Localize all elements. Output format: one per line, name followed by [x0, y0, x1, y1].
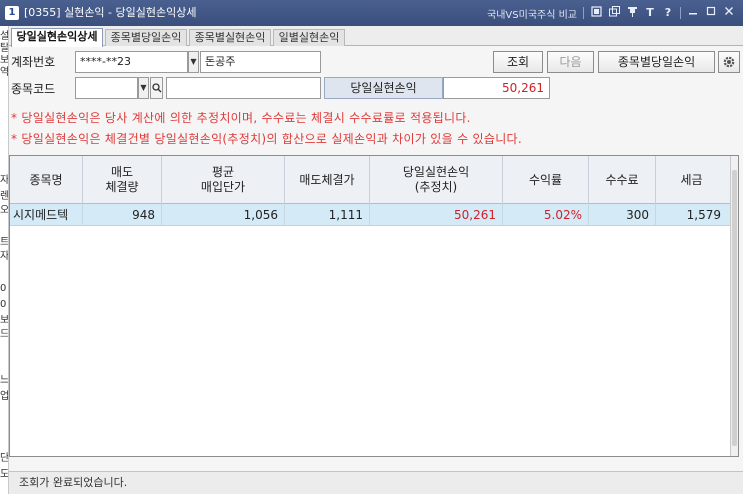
minimize-icon[interactable]: [687, 6, 699, 20]
title-separator: [680, 7, 681, 19]
realized-pl-label: 당일실현손익: [324, 77, 443, 99]
background-glyph: 드: [0, 329, 9, 340]
tab-realized-detail[interactable]: 당일실현손익상세: [11, 28, 103, 47]
column-header-avg-buy-price[interactable]: 평균 매입단가: [162, 156, 285, 204]
query-button[interactable]: 조회: [493, 51, 543, 73]
status-bar: 조회가 완료되었습니다.: [9, 471, 743, 494]
stock-code-dropdown-icon[interactable]: ▼: [138, 77, 149, 99]
settings-gear-icon[interactable]: [718, 51, 740, 73]
title-bar-controls: 국내VS미국주식 비교 T ?: [487, 5, 735, 21]
background-glyph: 역: [0, 67, 9, 78]
background-glyph: 자: [0, 251, 9, 262]
help-icon[interactable]: ?: [662, 6, 674, 20]
vertical-scrollbar[interactable]: [730, 156, 738, 456]
background-glyph: 도: [0, 469, 9, 480]
column-header-tax[interactable]: 세금: [656, 156, 727, 204]
maximize-icon[interactable]: [705, 6, 717, 20]
cell-stock-name: 시지메드텍: [10, 204, 83, 226]
background-glyph: 보: [0, 315, 9, 326]
cell-realized-pl: 50,261: [370, 204, 503, 226]
title-separator: [583, 7, 584, 19]
background-glyph: 보: [0, 55, 9, 66]
notice-line-2: * 당일실현손익은 체결건별 당일실현손익(추정치)의 합산으로 실제손익과 차…: [11, 132, 523, 146]
stock-search-icon[interactable]: [150, 77, 163, 99]
tab-daily-realized-pl[interactable]: 일별실현손익: [273, 29, 345, 46]
account-owner-field: 돈공주: [200, 51, 321, 73]
copy-window-icon[interactable]: [608, 6, 620, 20]
background-glyph: 단: [0, 453, 9, 464]
pin-icon[interactable]: [626, 6, 638, 20]
stock-name-field: [166, 77, 321, 99]
tab-stock-realized-pl[interactable]: 종목별실현손익: [189, 29, 271, 46]
close-icon[interactable]: [723, 6, 735, 20]
stock-code-label: 종목코드: [11, 82, 56, 96]
screen-number-icon[interactable]: 1: [5, 6, 19, 20]
compare-link[interactable]: 국내VS미국주식 비교: [487, 6, 577, 21]
background-glyph: 자: [0, 175, 9, 186]
cell-avg-buy-price: 1,056: [162, 204, 285, 226]
tab-bar: 당일실현손익상세 종목별당일손익 종목별실현손익 일별실현손익: [9, 26, 743, 47]
window-title: [0355] 실현손익 - 당일실현손익상세: [24, 6, 197, 19]
account-dropdown-icon[interactable]: ▼: [188, 51, 199, 73]
column-header-realized-pl[interactable]: 당일실현손익 (추정치): [370, 156, 503, 204]
stock-daily-pl-button[interactable]: 종목별당일손익: [598, 51, 715, 73]
app-window: 설 탈 보 역 자 렌 오 트 자 0 0 보 드 느 업 단 도 1 [035…: [0, 0, 743, 494]
scrollbar-thumb[interactable]: [732, 170, 737, 446]
background-glyph: 렌: [0, 191, 9, 202]
link-window-icon[interactable]: [590, 6, 602, 20]
background-glyph: 탈: [0, 43, 9, 54]
background-glyph: 업: [0, 391, 9, 402]
background-glyph: 0: [0, 283, 7, 294]
cell-sell-price: 1,111: [285, 204, 370, 226]
column-header-stock-name[interactable]: 종목명: [10, 156, 83, 204]
cell-sell-qty: 948: [83, 204, 162, 226]
notice-line-1: * 당일실현손익은 당사 계산에 의한 추정치이며, 수수료는 체결시 수수료률…: [11, 111, 471, 125]
background-glyph: 설: [0, 31, 9, 42]
realized-pl-value: 50,261: [443, 77, 550, 99]
account-number-field[interactable]: ****-**23: [75, 51, 188, 73]
tab-stock-daily-pl[interactable]: 종목별당일손익: [105, 29, 187, 46]
background-glyph: 오: [0, 205, 9, 216]
table-header: 종목명 매도 체결량 평균 매입단가 매도체결가 당일실현손익 (추정치) 수익…: [10, 156, 730, 204]
cell-return-rate: 5.02%: [503, 204, 589, 226]
title-bar[interactable]: 1 [0355] 실현손익 - 당일실현손익상세 국내VS미국주식 비교 T ?: [0, 0, 743, 26]
cell-tax: 1,579: [686, 208, 721, 222]
column-header-commission[interactable]: 수수료: [589, 156, 656, 204]
column-header-sell-price[interactable]: 매도체결가: [285, 156, 370, 204]
cell-commission: 300: [589, 204, 656, 226]
column-header-return-rate[interactable]: 수익률: [503, 156, 589, 204]
background-glyph: 트: [0, 237, 9, 248]
next-button[interactable]: 다음: [547, 51, 594, 73]
table-row[interactable]: 시지메드텍 948 1,056 1,111 50,261 5.02% 300 1…: [10, 204, 730, 226]
column-header-sell-qty[interactable]: 매도 체결량: [83, 156, 162, 204]
stock-code-field[interactable]: [75, 77, 138, 99]
account-label: 계좌번호: [11, 55, 56, 69]
realized-pl-table[interactable]: 종목명 매도 체결량 평균 매입단가 매도체결가 당일실현손익 (추정치) 수익…: [9, 155, 739, 457]
background-glyph: 느: [0, 375, 9, 386]
background-window-edge: 설 탈 보 역 자 렌 오 트 자 0 0 보 드 느 업 단 도: [0, 26, 9, 494]
background-glyph: 0: [0, 299, 7, 310]
font-size-icon[interactable]: T: [644, 6, 656, 20]
